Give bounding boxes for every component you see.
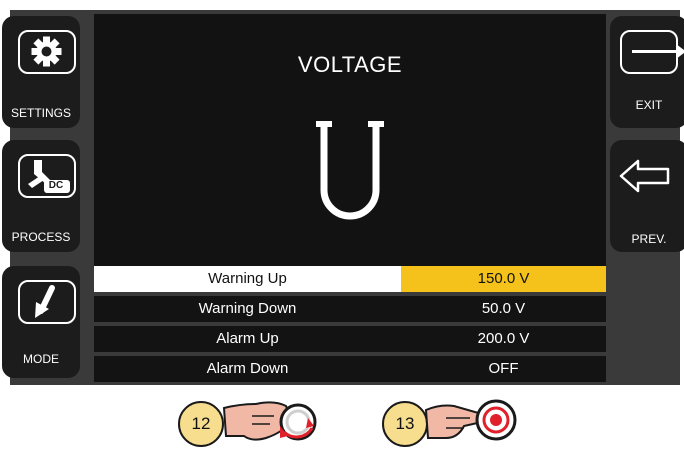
table-row[interactable]: Warning Up 150.0 V	[94, 266, 606, 292]
table-row[interactable]: Warning Down 50.0 V	[94, 296, 606, 322]
exit-button[interactable]: EXIT	[610, 16, 684, 128]
row-value: 50.0 V	[481, 300, 526, 317]
main-panel: VOLTAGE	[94, 14, 606, 266]
row-value: 150.0 V	[401, 266, 606, 292]
table-row[interactable]: Alarm Down OFF	[94, 356, 606, 382]
voltage-symbol-icon	[316, 121, 384, 220]
settings-button[interactable]: SETTINGS	[2, 16, 80, 128]
prev-button[interactable]: PREV.	[610, 140, 684, 252]
mode-button[interactable]: MODE	[2, 266, 80, 378]
welding-torch-dc-icon: DC	[18, 154, 76, 198]
exit-arrow-icon	[620, 30, 684, 74]
parameter-table: Warning Up 150.0 V Warning Down 50.0 V A…	[94, 266, 606, 383]
arrow-left-icon	[619, 159, 670, 193]
hand-rotate-knob-icon	[222, 401, 317, 441]
arrow-down-left-icon	[18, 280, 76, 324]
prev-label: PREV.	[631, 232, 667, 246]
row-name: Alarm Up	[216, 330, 279, 347]
row-name: Alarm Down	[206, 360, 289, 377]
badge-13: 13	[382, 401, 428, 447]
row-value: 200.0 V	[477, 330, 530, 347]
hand-press-knob-icon	[424, 399, 517, 441]
row-name: Warning Up	[94, 266, 401, 292]
exit-label: EXIT	[635, 98, 663, 112]
process-button[interactable]: DC PROCESS	[2, 140, 80, 252]
table-row[interactable]: Alarm Up 200.0 V	[94, 326, 606, 352]
dc-label: DC	[48, 180, 64, 191]
gear-icon	[18, 30, 76, 74]
badge-12: 12	[178, 401, 224, 447]
page-title: VOLTAGE	[297, 52, 403, 77]
row-name: Warning Down	[198, 300, 297, 317]
row-value: OFF	[488, 360, 519, 377]
mode-label: MODE	[23, 352, 59, 366]
process-label: PROCESS	[11, 230, 71, 244]
settings-label: SETTINGS	[10, 106, 71, 120]
device-screen: SETTINGS DC PROCESS MODE EXIT PREV. VOLT…	[2, 10, 684, 385]
